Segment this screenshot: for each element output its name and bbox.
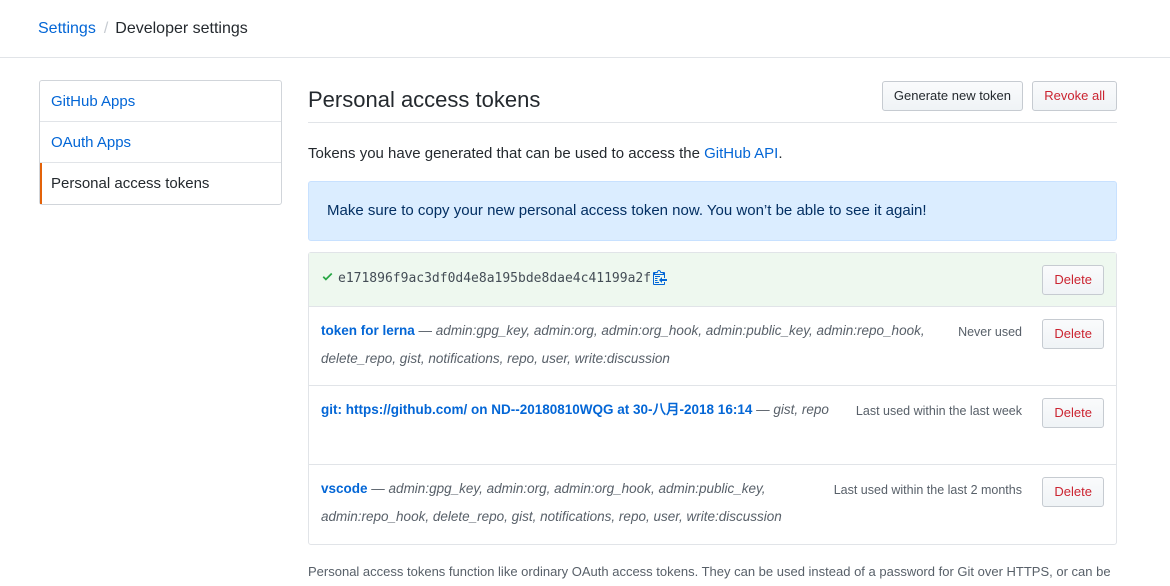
token-row: token for lerna — admin:gpg_key, admin:o… <box>309 307 1116 386</box>
generate-new-token-button[interactable]: Generate new token <box>881 81 1023 111</box>
token-last-used: Last used within the last week <box>855 404 1022 418</box>
token-scopes: admin:gpg_key, admin:org, admin:org_hook… <box>321 481 782 524</box>
copy-token-flash: Make sure to copy your new personal acce… <box>308 181 1117 241</box>
new-token-row: e171896f9ac3df0d4e8a195bde8dae4c41199a2f… <box>309 253 1116 307</box>
token-dash: — <box>414 323 436 338</box>
breadcrumb-separator: / <box>103 20 109 37</box>
delete-token-button[interactable]: Delete <box>1042 477 1104 507</box>
footer-note: Personal access tokens function like ord… <box>308 564 1111 579</box>
breadcrumb-settings-link[interactable]: Settings <box>38 20 96 37</box>
token-name-link[interactable]: token for lerna <box>321 323 415 338</box>
intro-prefix: Tokens you have generated that can be us… <box>308 145 705 162</box>
main-content: Personal access tokens Generate new toke… <box>308 80 1117 545</box>
page-title: Personal access tokens <box>308 87 541 112</box>
clippy-icon[interactable] <box>653 269 668 285</box>
token-list: e171896f9ac3df0d4e8a195bde8dae4c41199a2f… <box>308 252 1117 545</box>
subhead: Personal access tokens Generate new toke… <box>308 80 1117 123</box>
token-dash: — <box>367 481 389 496</box>
token-row: vscode — admin:gpg_key, admin:org, admin… <box>309 465 1116 544</box>
token-last-used: Last used within the last 2 months <box>833 483 1022 497</box>
token-dash: — <box>752 402 774 417</box>
revoke-all-button[interactable]: Revoke all <box>1032 81 1117 111</box>
check-icon <box>322 272 333 281</box>
intro-text: Tokens you have generated that can be us… <box>308 144 782 164</box>
new-token-value: e171896f9ac3df0d4e8a195bde8dae4c41199a2f <box>321 269 668 289</box>
intro-suffix: . <box>778 145 783 162</box>
token-row: git: https://github.com/ on ND--20180810… <box>309 386 1116 465</box>
settings-sidebar: GitHub Apps OAuth Apps Personal access t… <box>39 80 282 205</box>
token-description: vscode — admin:gpg_key, admin:org, admin… <box>321 475 811 531</box>
token-description: git: https://github.com/ on ND--20180810… <box>321 396 841 424</box>
sidebar-item-oauth-apps[interactable]: OAuth Apps <box>40 122 281 163</box>
delete-new-token-button[interactable]: Delete <box>1042 265 1104 295</box>
token-last-used: Never used <box>958 325 1022 339</box>
breadcrumb-current: Developer settings <box>115 20 248 37</box>
delete-token-button[interactable]: Delete <box>1042 319 1104 349</box>
delete-token-button[interactable]: Delete <box>1042 398 1104 428</box>
breadcrumb: Settings / Developer settings <box>38 19 248 39</box>
token-name-link[interactable]: vscode <box>321 481 368 496</box>
token-scopes: gist, repo <box>773 402 829 417</box>
breadcrumb-bar: Settings / Developer settings <box>0 0 1170 58</box>
token-description: token for lerna — admin:gpg_key, admin:o… <box>321 317 951 373</box>
token-string[interactable]: e171896f9ac3df0d4e8a195bde8dae4c41199a2f <box>338 271 651 286</box>
github-api-link[interactable]: GitHub API <box>704 145 778 162</box>
token-name-link[interactable]: git: https://github.com/ on ND--20180810… <box>321 402 752 417</box>
sidebar-item-github-apps[interactable]: GitHub Apps <box>40 81 281 122</box>
sidebar-item-personal-access-tokens[interactable]: Personal access tokens <box>40 163 281 204</box>
